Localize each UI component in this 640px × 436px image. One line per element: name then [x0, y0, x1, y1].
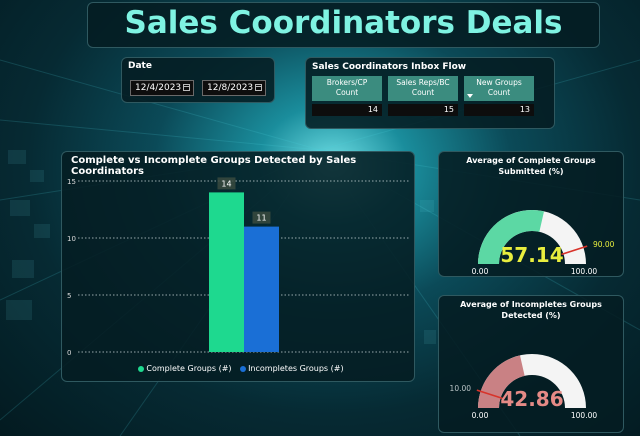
y-tick-label: 5 — [67, 292, 71, 300]
legend-incomplete-label[interactable]: Incompletes Groups (#) — [248, 364, 344, 373]
y-tick-label: 10 — [67, 235, 76, 243]
value-sales-reps: 15 — [388, 104, 458, 116]
gauge-max-label: 100.00 — [571, 267, 597, 276]
gauge-value: 57.14 — [500, 243, 563, 267]
page-title: Sales Coordinators Deals — [124, 5, 563, 41]
bar-chart-canvas: 15 10 5 0 14 11 — [67, 177, 410, 357]
column-label: New Groups — [476, 78, 522, 87]
bar — [244, 226, 279, 352]
gauge-max-label: 100.00 — [571, 411, 597, 420]
gauge-target-label: 90.00 — [593, 240, 615, 249]
complete-groups-gauge-card: Average of Complete Groups Submitted (%)… — [438, 151, 624, 277]
start-date-value: 12/4/2023 — [135, 83, 182, 93]
column-label: Count — [335, 88, 359, 97]
column-header-new-groups[interactable]: New Groups Count — [464, 76, 534, 101]
y-tick-label: 15 — [67, 178, 76, 186]
inbox-title: Sales Coordinators Inbox Flow — [312, 62, 467, 72]
legend-complete-swatch — [138, 365, 145, 372]
column-label: Sales Reps/BC — [396, 78, 450, 87]
inbox-flow-table: Sales Coordinators Inbox Flow Brokers/CP… — [305, 57, 555, 129]
end-date-input[interactable]: 12/8/2023 — [202, 80, 266, 96]
y-tick-label: 0 — [67, 349, 71, 357]
column-header-sales-reps[interactable]: Sales Reps/BC Count — [388, 76, 458, 101]
data-label: 11 — [256, 214, 266, 223]
legend-incomplete-swatch — [240, 365, 247, 372]
incomplete-groups-gauge-card: Average of Incompletes Groups Detected (… — [438, 295, 624, 433]
incomplete-groups-gauge: 10.00 42.86 0.00 100.00 — [450, 354, 597, 420]
column-header-brokers[interactable]: Brokers/CP Count — [312, 76, 382, 101]
sort-down-icon[interactable] — [467, 94, 473, 98]
legend-complete-label[interactable]: Complete Groups (#) — [146, 364, 231, 373]
gauge-value: 42.86 — [500, 387, 563, 411]
date-slicer: Date 12/4/2023 12/8/2023 — [121, 57, 275, 103]
column-label: Count — [487, 88, 511, 97]
date-label: Date — [128, 61, 152, 71]
gauge-target-label: 10.00 — [450, 384, 472, 393]
start-date-input[interactable]: 12/4/2023 — [130, 80, 194, 96]
groups-bar-chart: Complete vs Incomplete Groups Detected b… — [61, 151, 415, 382]
bar — [209, 192, 244, 352]
value-brokers: 14 — [312, 104, 382, 116]
calendar-icon[interactable] — [183, 84, 190, 91]
gauge-min-label: 0.00 — [472, 411, 489, 420]
complete-groups-gauge: 90.00 57.14 0.00 100.00 — [472, 210, 615, 276]
column-label: Brokers/CP — [326, 78, 368, 87]
column-label: Count — [411, 88, 435, 97]
calendar-icon[interactable] — [255, 84, 262, 91]
end-date-value: 12/8/2023 — [207, 83, 254, 93]
chart-legend: Complete Groups (#) Incompletes Groups (… — [62, 364, 414, 373]
gauge-min-label: 0.00 — [472, 267, 489, 276]
data-label: 14 — [221, 179, 231, 188]
title-card: Sales Coordinators Deals — [87, 2, 600, 48]
value-new-groups: 13 — [464, 104, 534, 116]
